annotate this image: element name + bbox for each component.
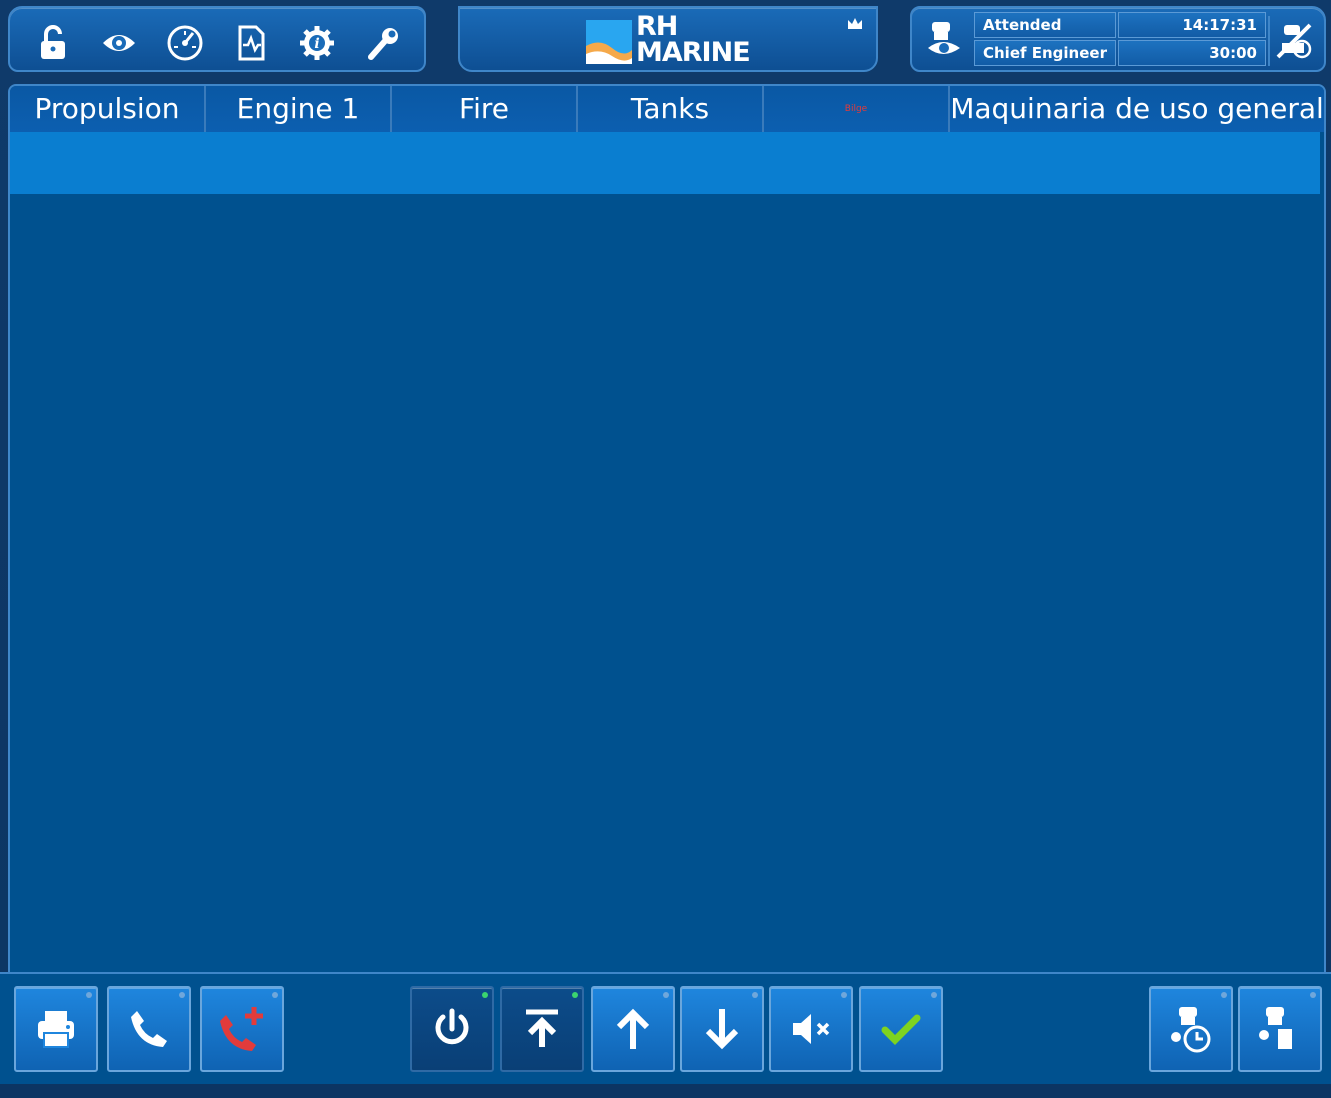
phone-icon [131,1011,167,1047]
svg-text:i: i [314,36,319,52]
sub-tab-bar [10,132,1320,194]
tab-engine-1[interactable]: Engine 1 [206,86,392,132]
speaker-mute-icon [793,1014,830,1044]
tab-bar: Propulsion Engine 1 Fire Tanks Bilge Maq… [10,86,1324,132]
clock: 14:17:31 [1118,12,1266,38]
scroll-top-button[interactable] [500,986,584,1072]
status-panel: Attended Chief Engineer 14:17:31 30:00 [910,6,1326,72]
emergency-call-button[interactable] [200,986,284,1072]
power-button[interactable] [410,986,494,1072]
status-led [86,992,92,998]
watch-timer: 30:00 [1118,40,1266,66]
status-led [1310,992,1316,998]
scroll-down-button[interactable] [680,986,764,1072]
logo-mark-icon [586,20,632,64]
printer-icon [38,1011,74,1048]
logo-panel: RH MARINE [458,6,878,72]
power-icon [435,1008,469,1045]
arrow-to-top-icon [526,1009,558,1047]
bottom-toolbar [0,972,1331,1084]
status-led [1221,992,1227,998]
dead-man-disable-icon[interactable] [1268,16,1318,66]
watch-mode: Attended [974,12,1116,38]
wrench-icon[interactable] [360,20,406,66]
acknowledge-button[interactable] [859,986,943,1072]
arrow-up-icon [616,1008,650,1049]
status-led [272,992,278,998]
status-led [841,992,847,998]
status-led [482,992,488,998]
tab-fire[interactable]: Fire [392,86,578,132]
arrow-down-icon [705,1009,739,1050]
tab-propulsion[interactable]: Propulsion [10,86,206,132]
rh-marine-logo: RH MARINE [586,13,756,68]
main-view: Propulsion Engine 1 Fire Tanks Bilge Maq… [8,84,1326,1084]
unlock-icon[interactable] [30,20,76,66]
call-button[interactable] [107,986,191,1072]
engineer-watch-icon[interactable] [920,18,966,64]
crown-icon [848,18,862,29]
status-led [752,992,758,998]
mute-button[interactable] [769,986,853,1072]
engineer-clock-icon [1171,1007,1211,1053]
logo-line-2: MARINE [636,37,751,68]
watch-schedule-button[interactable] [1149,986,1233,1072]
scroll-up-button[interactable] [591,986,675,1072]
info-gear-icon[interactable]: i [294,20,340,66]
status-led [931,992,937,998]
print-button[interactable] [14,986,98,1072]
engineer-call-button[interactable] [1238,986,1322,1072]
tab-tanks[interactable]: Tanks [578,86,764,132]
phone-plus-icon [220,1007,263,1051]
screen: i RH MARINE Attended Chief Engineer 14:1… [0,0,1331,1098]
duty-role: Chief Engineer [974,40,1116,66]
content-area [10,194,1324,970]
alarm-settings-icon[interactable] [96,20,142,66]
tab-bilge[interactable]: Bilge [764,86,950,132]
status-led [572,992,578,998]
engineer-icon [1259,1007,1292,1049]
status-led [663,992,669,998]
gauge-icon[interactable] [162,20,208,66]
checkmark-icon [881,1014,921,1045]
tab-general-machinery[interactable]: Maquinaria de uso general [950,86,1324,132]
status-led [179,992,185,998]
trend-document-icon[interactable] [228,20,274,66]
top-left-toolbar: i [8,6,426,72]
